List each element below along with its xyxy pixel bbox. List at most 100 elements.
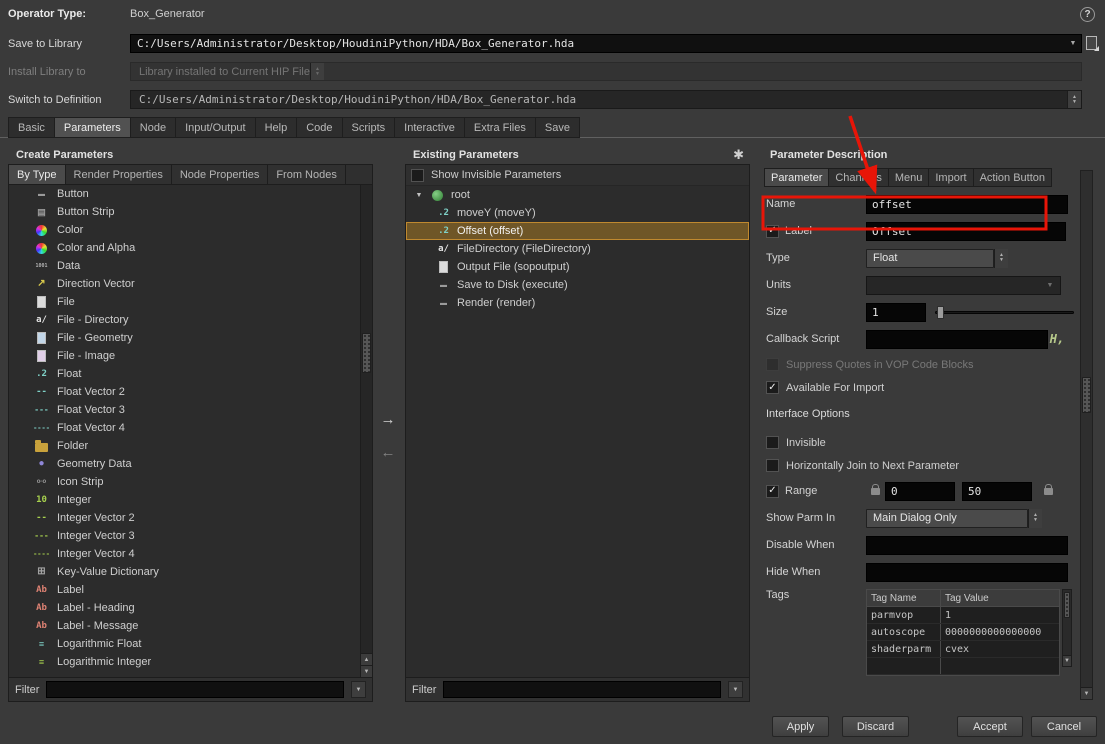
scroll-down-button[interactable]: ▼ <box>1081 687 1092 699</box>
parameter-type-integer[interactable]: 10 Integer <box>9 491 360 509</box>
parameter-type-float[interactable]: .2 Float <box>9 365 360 383</box>
parameter-type-folder[interactable]: Folder <box>9 437 360 455</box>
create-tab-node-properties[interactable]: Node Properties <box>171 165 269 184</box>
scrollbar-thumb[interactable] <box>1082 377 1091 413</box>
parameter-type-data[interactable]: 1001 Data <box>9 257 360 275</box>
parameter-type-integer-vector-2[interactable]: -- Integer Vector 2 <box>9 509 360 527</box>
parameter-type-logarithmic-float[interactable]: ≡ Logarithmic Float <box>9 635 360 653</box>
remove-parameter-button[interactable]: ← <box>377 441 399 463</box>
tab-interactive[interactable]: Interactive <box>394 117 465 138</box>
tree-item-offset-offset[interactable]: .2 Offset (offset) <box>406 222 749 240</box>
existing-filter-input[interactable] <box>443 681 721 698</box>
dialog-scrollbar[interactable]: ▼ <box>1080 170 1093 700</box>
tag-row-shaderparm[interactable]: shaderparm cvex <box>867 641 1059 658</box>
hide-when-input[interactable] <box>866 562 1068 582</box>
filter-menu-button[interactable]: ▼ <box>728 681 743 698</box>
scroll-down-button[interactable]: ▼ <box>361 665 372 677</box>
tab-input-output[interactable]: Input/Output <box>175 117 256 138</box>
create-tab-from-nodes[interactable]: From Nodes <box>268 165 346 184</box>
label-input[interactable]: Offset <box>866 221 1066 241</box>
parameter-type-float-vector-2[interactable]: -- Float Vector 2 <box>9 383 360 401</box>
hscript-language-icon[interactable]: H, <box>1048 332 1066 346</box>
save-library-file-icon[interactable] <box>1086 36 1099 51</box>
show-parm-in-dropdown[interactable]: Main Dialog Only <box>866 508 1028 528</box>
tab-save[interactable]: Save <box>534 117 580 138</box>
gear-icon[interactable]: ✱ <box>733 147 744 163</box>
range-checkbox[interactable] <box>766 484 779 498</box>
parameter-type-float-vector-3[interactable]: --- Float Vector 3 <box>9 401 360 419</box>
parameter-type-integer-vector-4[interactable]: ---- Integer Vector 4 <box>9 545 360 563</box>
tag-row-autoscope[interactable]: autoscope 0000000000000000 <box>867 624 1059 641</box>
callback-input[interactable] <box>866 329 1048 349</box>
pd-tab-action-button[interactable]: Action Button <box>972 168 1052 187</box>
pd-tab-parameter[interactable]: Parameter <box>764 168 830 187</box>
help-icon[interactable]: ? <box>1080 7 1095 22</box>
parameter-type-color-and-alpha[interactable]: Color and Alpha <box>9 239 360 257</box>
label-enable-checkbox[interactable] <box>766 224 779 238</box>
create-tab-render-properties[interactable]: Render Properties <box>65 165 172 184</box>
tab-basic[interactable]: Basic <box>8 117 55 138</box>
tab-code[interactable]: Code <box>296 117 343 138</box>
parameter-type-label-heading[interactable]: Ab Label - Heading <box>9 599 360 617</box>
parameter-type-file[interactable]: File <box>9 293 360 311</box>
tag-row-empty[interactable] <box>867 658 1059 675</box>
tab-help[interactable]: Help <box>254 117 298 138</box>
invisible-checkbox[interactable] <box>766 436 779 449</box>
disable-when-input[interactable] <box>866 535 1068 555</box>
tree-item-render-render[interactable]: ▬ Render (render) <box>406 294 749 312</box>
accept-button[interactable]: Accept <box>957 716 1023 737</box>
tab-node[interactable]: Node <box>129 117 177 138</box>
tab-extra-files[interactable]: Extra Files <box>463 117 536 138</box>
parameter-type-icon-strip[interactable]: o▫o Icon Strip <box>9 473 360 491</box>
parameter-type-logarithmic-integer[interactable]: ≡ Logarithmic Integer <box>9 653 360 671</box>
scroll-down-button[interactable]: ▼ <box>1063 655 1071 666</box>
chevron-down-icon[interactable]: ▼ <box>1042 282 1058 289</box>
discard-button[interactable]: Discard <box>842 716 909 737</box>
parameter-type-color[interactable]: Color <box>9 221 360 239</box>
type-dropdown[interactable]: Float <box>866 248 994 268</box>
parameter-type-float-vector-4[interactable]: ---- Float Vector 4 <box>9 419 360 437</box>
collapse-arrow-icon[interactable]: ▼ <box>414 192 424 199</box>
parameter-type-label[interactable]: Ab Label <box>9 581 360 599</box>
tree-item-output-file-sopoutput[interactable]: Output File (sopoutput) <box>406 258 749 276</box>
parameter-type-geometry-data[interactable]: ● Geometry Data <box>9 455 360 473</box>
tree-item-save-to-disk-execute[interactable]: ▬ Save to Disk (execute) <box>406 276 749 294</box>
apply-button[interactable]: Apply <box>772 716 829 737</box>
tag-row-parmvop[interactable]: parmvop 1 <box>867 607 1059 624</box>
type-list-scrollbar[interactable]: ▲ ▼ <box>360 185 372 677</box>
show-parm-in-spinner[interactable]: ▲ ▼ <box>1028 508 1042 528</box>
parameter-type-label-message[interactable]: Ab Label - Message <box>9 617 360 635</box>
scrollbar-thumb[interactable] <box>362 333 371 373</box>
lock-icon[interactable] <box>1044 483 1053 495</box>
scroll-up-button[interactable]: ▲ <box>361 653 372 665</box>
parameter-type-file-geometry[interactable]: File - Geometry <box>9 329 360 347</box>
scrollbar-thumb[interactable] <box>1064 592 1070 618</box>
tree-item-root[interactable]: ▼ root <box>406 186 749 204</box>
add-parameter-button[interactable]: → <box>377 408 399 430</box>
type-filter-input[interactable] <box>46 681 344 698</box>
slider-handle[interactable] <box>937 305 944 319</box>
parameter-type-button[interactable]: ▬ Button <box>9 185 360 203</box>
lock-icon[interactable] <box>871 483 880 495</box>
parameter-type-file-image[interactable]: File - Image <box>9 347 360 365</box>
create-tab-by-type[interactable]: By Type <box>9 165 66 184</box>
tab-parameters[interactable]: Parameters <box>53 117 131 138</box>
parameter-type-direction-vector[interactable]: ↗ Direction Vector <box>9 275 360 293</box>
range-min-input[interactable]: 0 <box>885 481 955 501</box>
size-input[interactable]: 1 <box>866 302 926 322</box>
tags-scrollbar[interactable]: ▼ <box>1062 589 1072 667</box>
size-slider[interactable] <box>935 305 1076 319</box>
units-input[interactable]: ▼ <box>866 275 1061 295</box>
parameter-type-file-directory[interactable]: a/File - Directory <box>9 311 360 329</box>
range-max-input[interactable]: 50 <box>962 481 1032 501</box>
save-to-library-input[interactable]: C:/Users/Administrator/Desktop/HoudiniPy… <box>130 34 1082 53</box>
tree-item-filedirectory-filedirectory[interactable]: a/FileDirectory (FileDirectory) <box>406 240 749 258</box>
switch-to-definition-spinner[interactable]: ▲ ▼ <box>1067 91 1081 108</box>
pd-tab-menu[interactable]: Menu <box>887 168 930 187</box>
horizontal-join-checkbox[interactable] <box>766 459 779 472</box>
name-input[interactable]: offset <box>866 194 1068 214</box>
tree-item-movey-movey[interactable]: .2 moveY (moveY) <box>406 204 749 222</box>
chevron-down-icon[interactable]: ▼ <box>1065 40 1081 47</box>
pd-tab-channels[interactable]: Channels <box>828 168 889 187</box>
filter-menu-button[interactable]: ▼ <box>351 681 366 698</box>
